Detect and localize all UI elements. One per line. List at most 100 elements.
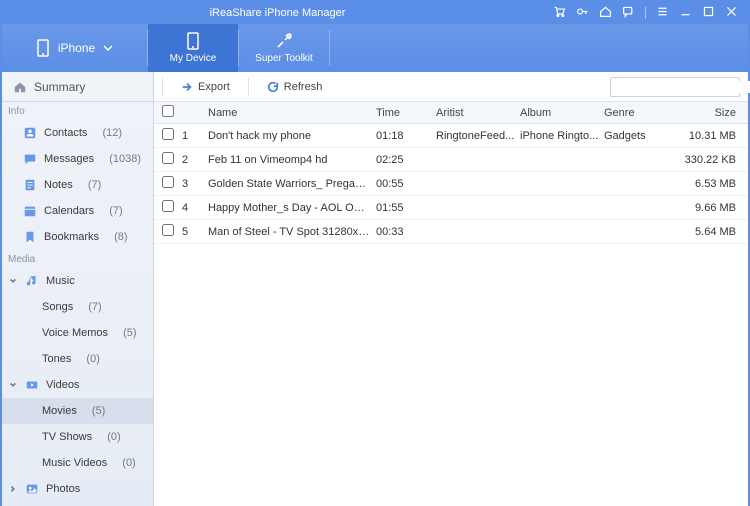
minimize-icon[interactable] (679, 5, 692, 21)
videos-icon (24, 377, 40, 393)
songs-label: Songs (42, 301, 73, 313)
row-size: 10.31 MB (674, 130, 744, 142)
table-row[interactable]: 3Golden State Warriors_ Pregame D...00:5… (154, 172, 748, 196)
col-size[interactable]: Size (674, 107, 744, 119)
voicememos-count: (5) (123, 327, 136, 339)
cart-icon[interactable] (553, 5, 566, 21)
row-index: 5 (182, 226, 208, 238)
row-checkbox[interactable] (162, 152, 174, 164)
row-time: 01:18 (376, 130, 436, 142)
messages-icon (22, 151, 38, 167)
musicvideos-count: (0) (122, 457, 135, 469)
row-name: Golden State Warriors_ Pregame D... (208, 178, 376, 190)
col-genre[interactable]: Genre (604, 107, 674, 119)
separator (329, 30, 330, 66)
refresh-button[interactable]: Refresh (263, 79, 327, 95)
row-checkbox[interactable] (162, 224, 174, 236)
calendar-icon (22, 203, 38, 219)
sidebar-voicememos[interactable]: Voice Memos (5) (2, 320, 153, 346)
sidebar-tvshows[interactable]: TV Shows (0) (2, 424, 153, 450)
home-icon[interactable] (599, 5, 612, 21)
messages-label: Messages (44, 153, 94, 165)
row-checkbox[interactable] (162, 200, 174, 212)
tones-label: Tones (42, 353, 71, 365)
sidebar-summary[interactable]: Summary (2, 72, 153, 102)
sidebar-bookmarks[interactable]: Bookmarks (8) (2, 224, 153, 250)
tones-count: (0) (86, 353, 99, 365)
main-panel: Export Refresh Name Time Aritist Album G… (154, 72, 748, 506)
sidebar-music[interactable]: Music (2, 268, 153, 294)
sidebar-notes[interactable]: Notes (7) (2, 172, 153, 198)
music-label: Music (46, 275, 75, 287)
data-grid: Name Time Aritist Album Genre Size 1Don'… (154, 102, 748, 506)
sidebar-contacts[interactable]: Contacts (12) (2, 120, 153, 146)
table-row[interactable]: 2Feb 11 on Vimeomp4 hd02:25330.22 KB (154, 148, 748, 172)
export-label: Export (198, 81, 230, 93)
device-selector[interactable]: iPhone (2, 24, 147, 72)
select-all-checkbox[interactable] (162, 105, 174, 117)
videos-label: Videos (46, 379, 79, 391)
contacts-count: (12) (102, 127, 122, 139)
my-device-button[interactable]: My Device (148, 24, 238, 72)
sidebar-tones[interactable]: Tones (0) (2, 346, 153, 372)
row-name: Happy Mother_s Day - AOL Onmp4... (208, 202, 376, 214)
sidebar-movies[interactable]: Movies (5) (2, 398, 153, 424)
col-album[interactable]: Album (520, 107, 604, 119)
titlebar: iReaShare iPhone Manager (2, 2, 748, 24)
photos-label: Photos (46, 483, 80, 495)
super-toolkit-button[interactable]: Super Toolkit (239, 24, 329, 72)
refresh-label: Refresh (284, 81, 323, 93)
sidebar-photos[interactable]: Photos (2, 476, 153, 502)
separator (645, 7, 646, 19)
sidebar-books[interactable]: Books (26) (2, 502, 153, 506)
row-checkbox[interactable] (162, 128, 174, 140)
table-row[interactable]: 5Man of Steel - TV Spot 31280x720 ...00:… (154, 220, 748, 244)
close-icon[interactable] (725, 5, 738, 21)
table-row[interactable]: 4Happy Mother_s Day - AOL Onmp4...01:559… (154, 196, 748, 220)
col-artist[interactable]: Aritist (436, 107, 520, 119)
home-icon (12, 79, 28, 95)
sidebar-musicvideos[interactable]: Music Videos (0) (2, 450, 153, 476)
action-bar: Export Refresh (154, 72, 748, 102)
row-checkbox[interactable] (162, 176, 174, 188)
contacts-icon (22, 125, 38, 141)
sidebar-songs[interactable]: Songs (7) (2, 294, 153, 320)
row-index: 2 (182, 154, 208, 166)
sidebar-calendars[interactable]: Calendars (7) (2, 198, 153, 224)
chevron-down-icon[interactable] (8, 380, 18, 390)
musicvideos-label: Music Videos (42, 457, 107, 469)
export-button[interactable]: Export (177, 79, 234, 95)
maximize-icon[interactable] (702, 5, 715, 21)
chevron-right-icon[interactable] (8, 484, 18, 494)
row-artist: RingtoneFeed... (436, 130, 520, 142)
row-name: Feb 11 on Vimeomp4 hd (208, 154, 376, 166)
music-icon (24, 273, 40, 289)
chevron-down-icon[interactable] (8, 276, 18, 286)
separator (248, 78, 249, 96)
col-time[interactable]: Time (376, 107, 436, 119)
search-box[interactable] (610, 77, 740, 97)
movies-label: Movies (42, 405, 77, 417)
notes-icon (22, 177, 38, 193)
movies-count: (5) (92, 405, 105, 417)
tvshows-count: (0) (107, 431, 120, 443)
grid-header: Name Time Aritist Album Genre Size (154, 102, 748, 124)
feedback-icon[interactable] (622, 5, 635, 21)
table-row[interactable]: 1Don't hack my phone01:18RingtoneFeed...… (154, 124, 748, 148)
device-label: iPhone (58, 41, 95, 55)
contacts-label: Contacts (44, 127, 87, 139)
row-index: 1 (182, 130, 208, 142)
row-size: 6.53 MB (674, 178, 744, 190)
sidebar-videos[interactable]: Videos (2, 372, 153, 398)
notes-label: Notes (44, 179, 73, 191)
row-time: 02:25 (376, 154, 436, 166)
voicememos-label: Voice Memos (42, 327, 108, 339)
sidebar-messages[interactable]: Messages (1038) (2, 146, 153, 172)
col-name[interactable]: Name (208, 107, 376, 119)
summary-label: Summary (34, 80, 85, 94)
search-input[interactable] (615, 81, 750, 93)
calendars-count: (7) (109, 205, 122, 217)
menu-icon[interactable] (656, 5, 669, 21)
key-icon[interactable] (576, 5, 589, 21)
row-album: iPhone Ringto... (520, 130, 604, 142)
